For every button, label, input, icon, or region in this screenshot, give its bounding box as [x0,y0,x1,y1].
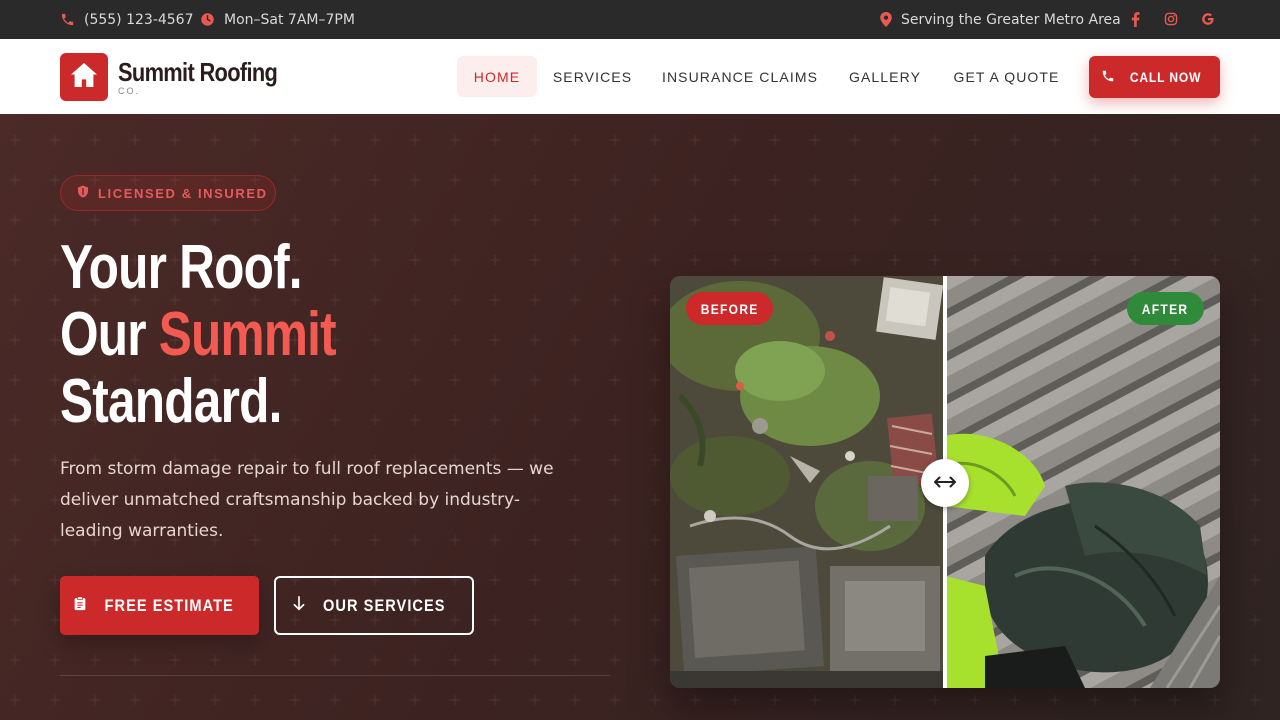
hero-section: LICENSED & INSURED Your Roof. Our Summit… [0,114,1280,720]
hero-lead-text: From storm damage repair to full roof re… [60,459,554,541]
topbar-hours: Mon–Sat 7AM–7PM [200,0,355,39]
topbar-service-area: Serving the Greater Metro Area [880,0,1121,39]
topbar-phone-text: (555) 123-4567 [84,11,194,28]
google-icon[interactable] [1200,11,1216,27]
licensed-badge: LICENSED & INSURED [60,175,276,211]
instagram-icon[interactable] [1163,11,1179,27]
call-now-label: CALL NOW [1130,69,1202,85]
shield-icon [77,185,89,201]
topbar-hours-text: Mon–Sat 7AM–7PM [224,11,355,28]
logo[interactable] [60,53,108,101]
headline-accent: Summit [158,300,337,369]
top-info-bar: (555) 123-4567 Mon–Sat 7AM–7PM Serving t… [0,0,1280,39]
licensed-badge-label: LICENSED & INSURED [98,185,268,201]
before-tag: BEFORE [686,292,773,325]
arrows-horizontal-icon [934,474,956,493]
clipboard-icon [74,596,86,615]
call-now-button[interactable]: CALL NOW [1089,56,1220,98]
headline-line-1: Your Roof. [60,233,303,302]
after-image [945,276,1220,688]
site-header: Summit Roofing CO. HOME SERVICES INSURAN… [0,39,1280,114]
nav-insurance-claims[interactable]: INSURANCE CLAIMS [655,56,825,97]
after-tag-label: AFTER [1142,300,1189,317]
headline-line-2-prefix: Our [60,300,159,369]
before-tag-label: BEFORE [700,300,759,317]
before-image [670,276,945,688]
brand-name[interactable]: Summit Roofing [118,57,278,88]
nav-gallery[interactable]: GALLERY [842,56,928,97]
nav-home[interactable]: HOME [457,56,537,97]
facebook-icon[interactable] [1127,11,1143,27]
brand-suffix: CO. [118,86,141,96]
phone-icon [1101,68,1115,87]
our-services-label: OUR SERVICES [322,595,446,615]
headline-line-2: Our Summit [60,300,337,369]
phone-icon [60,12,75,27]
slider-handle[interactable] [921,459,969,507]
hero-divider [60,675,610,676]
arrow-down-icon [293,596,305,615]
headline-line-3: Standard. [60,367,282,436]
hero-headline: Your Roof. Our Summit Standard. [60,233,337,436]
before-after-slider[interactable]: BEFORE AFTER [670,276,1220,688]
after-tag: AFTER [1127,292,1204,325]
free-estimate-button[interactable]: FREE ESTIMATE [60,576,259,635]
our-services-button[interactable]: OUR SERVICES [274,576,474,635]
clock-icon [200,12,215,27]
map-pin-icon [880,12,892,27]
house-icon [70,62,98,92]
topbar-phone[interactable]: (555) 123-4567 [60,0,194,39]
nav-get-a-quote[interactable]: GET A QUOTE [946,56,1067,97]
nav-services[interactable]: SERVICES [550,56,635,97]
topbar-service-area-text: Serving the Greater Metro Area [901,11,1121,28]
free-estimate-label: FREE ESTIMATE [104,595,235,615]
